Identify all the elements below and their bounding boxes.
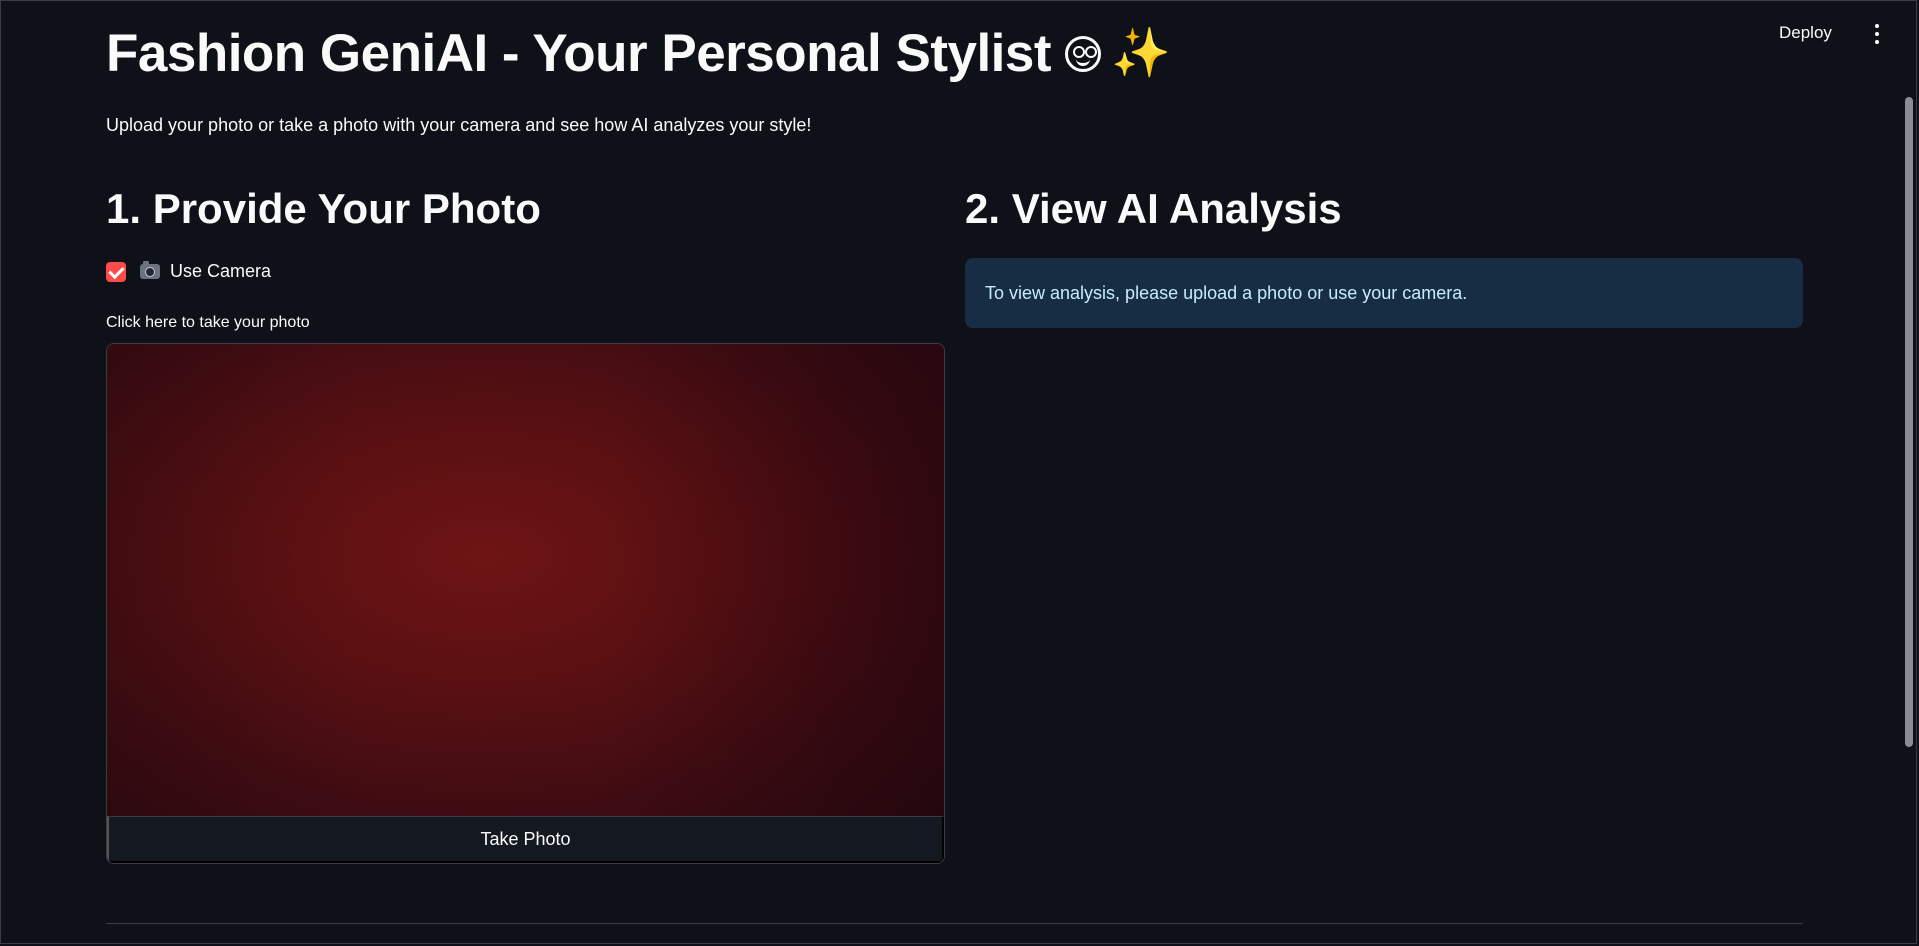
page-subtitle: Upload your photo or take a photo with y… (106, 115, 812, 135)
checkbox-checked-icon[interactable] (106, 261, 126, 282)
use-camera-label: Use Camera (170, 261, 272, 281)
camera-input[interactable]: Take Photo (106, 343, 945, 864)
camera-preview (107, 344, 944, 816)
info-alert-text: To view analysis, please upload a photo … (985, 282, 1468, 303)
take-photo-button[interactable]: Take Photo (107, 816, 944, 863)
sparkles-icon: ✨ (1111, 26, 1171, 80)
divider (106, 923, 1803, 924)
page-title: Fashion GeniAI - Your Personal Stylist ✨ (106, 23, 1171, 84)
camera-input-caption: Click here to take your photo (106, 314, 310, 331)
deploy-button[interactable]: Deploy (1779, 23, 1832, 43)
camera-icon (140, 261, 160, 279)
page-title-text: Fashion GeniAI - Your Personal Stylist (106, 24, 1052, 83)
app-window: Deploy Fashion GeniAI - Your Personal St… (0, 0, 1917, 944)
ai-analysis-heading: 2. View AI Analysis (965, 185, 1342, 232)
scrollbar[interactable] (1905, 97, 1913, 747)
use-camera-checkbox[interactable]: Use Camera (106, 261, 271, 282)
grinning-face-icon (1065, 35, 1102, 72)
provide-photo-heading: 1. Provide Your Photo (106, 185, 541, 232)
kebab-menu-icon[interactable] (1873, 24, 1881, 44)
info-alert: To view analysis, please upload a photo … (965, 258, 1803, 328)
